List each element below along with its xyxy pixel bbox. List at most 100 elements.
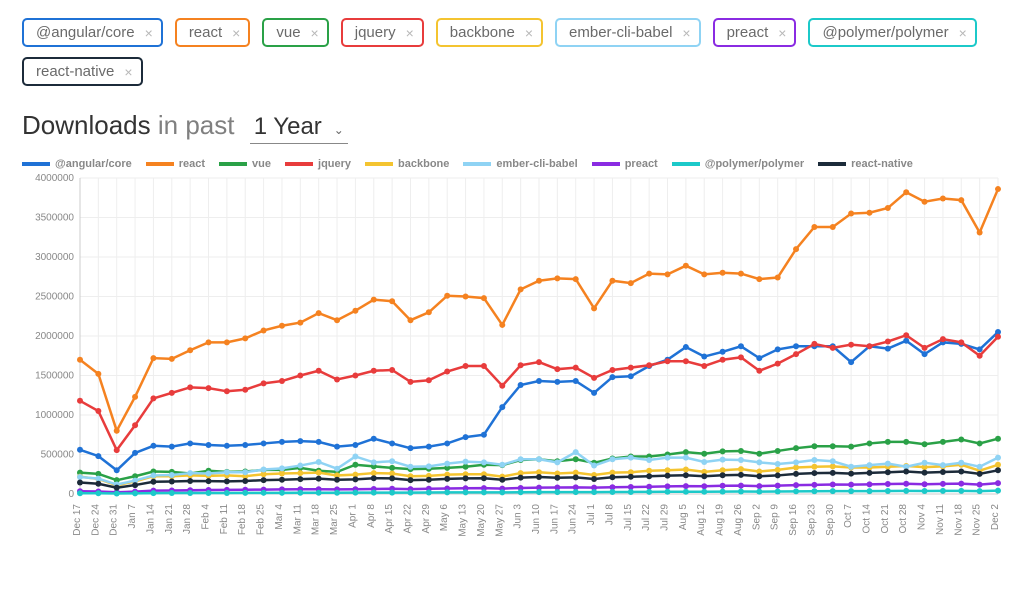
series-point xyxy=(775,361,781,367)
series-point xyxy=(995,462,1001,468)
series-point xyxy=(885,469,891,475)
legend-item-preact[interactable]: preact xyxy=(592,158,658,170)
series-point xyxy=(738,489,744,495)
close-icon[interactable]: × xyxy=(778,25,786,41)
close-icon[interactable]: × xyxy=(525,25,533,41)
series-point xyxy=(701,363,707,369)
svg-text:Apr 29: Apr 29 xyxy=(421,504,432,534)
series-point xyxy=(720,270,726,276)
close-icon[interactable]: × xyxy=(682,25,690,41)
time-range-select[interactable]: 1 Year ⌄ xyxy=(250,113,348,144)
series-point xyxy=(279,439,285,445)
legend-item-backbone[interactable]: backbone xyxy=(365,158,449,170)
series-point xyxy=(848,471,854,477)
package-tag-polymer[interactable]: @polymer/polymer× xyxy=(808,18,976,47)
series-point xyxy=(187,347,193,353)
series-point xyxy=(646,362,652,368)
series-point xyxy=(95,476,101,482)
series-point xyxy=(499,383,505,389)
legend-item-vue[interactable]: vue xyxy=(219,158,271,170)
legend-item-react[interactable]: react xyxy=(146,158,205,170)
package-tag-jquery[interactable]: jquery× xyxy=(341,18,424,47)
package-tag-angular[interactable]: @angular/core× xyxy=(22,18,163,47)
series-point xyxy=(316,470,322,476)
series-point xyxy=(224,478,230,484)
package-tag-preact[interactable]: preact× xyxy=(713,18,797,47)
series-point xyxy=(756,368,762,374)
series-point xyxy=(114,428,120,434)
legend-swatch xyxy=(463,162,491,166)
series-point xyxy=(77,357,83,363)
series-point xyxy=(866,210,872,216)
svg-text:Mar 4: Mar 4 xyxy=(274,504,285,530)
svg-text:Feb 11: Feb 11 xyxy=(219,504,230,535)
close-icon[interactable]: × xyxy=(959,25,967,41)
series-point xyxy=(683,489,689,495)
series-point xyxy=(169,390,175,396)
series-point xyxy=(279,490,285,496)
series-point xyxy=(665,483,671,489)
svg-text:May 13: May 13 xyxy=(458,504,469,537)
package-tag-label: vue xyxy=(276,24,300,41)
series-point xyxy=(224,443,230,449)
svg-text:Jan 14: Jan 14 xyxy=(145,504,156,534)
series-point xyxy=(738,448,744,454)
series-point xyxy=(775,275,781,281)
series-point xyxy=(224,469,230,475)
series-point xyxy=(609,367,615,373)
series-point xyxy=(554,459,560,465)
series-point xyxy=(830,463,836,469)
series-point xyxy=(628,455,634,461)
series-point xyxy=(756,355,762,361)
legend-label: backbone xyxy=(398,158,449,170)
svg-text:Mar 18: Mar 18 xyxy=(311,504,322,536)
svg-text:2500000: 2500000 xyxy=(35,292,74,303)
series-point xyxy=(940,462,946,468)
legend-swatch xyxy=(146,162,174,166)
series-point xyxy=(95,490,101,496)
series-point xyxy=(481,432,487,438)
package-tag-ember[interactable]: ember-cli-babel× xyxy=(555,18,701,47)
series-point xyxy=(573,456,579,462)
svg-text:3500000: 3500000 xyxy=(35,213,74,224)
legend-item-native[interactable]: react-native xyxy=(818,158,913,170)
series-point xyxy=(95,408,101,414)
close-icon[interactable]: × xyxy=(406,25,414,41)
series-point xyxy=(720,483,726,489)
series-point xyxy=(187,490,193,496)
close-icon[interactable]: × xyxy=(311,25,319,41)
series-point xyxy=(499,489,505,495)
legend-item-angular[interactable]: @angular/core xyxy=(22,158,132,170)
series-point xyxy=(628,373,634,379)
package-tag-label: backbone xyxy=(450,24,515,41)
series-point xyxy=(591,375,597,381)
series-point xyxy=(646,468,652,474)
series-point xyxy=(811,464,817,470)
series-point xyxy=(995,488,1001,494)
svg-text:Apr 22: Apr 22 xyxy=(402,504,413,534)
series-point xyxy=(738,472,744,478)
package-tag-backbone[interactable]: backbone × xyxy=(436,18,543,47)
close-icon[interactable]: × xyxy=(145,25,153,41)
legend-item-jquery[interactable]: jquery xyxy=(285,158,351,170)
svg-text:500000: 500000 xyxy=(41,450,75,461)
series-point xyxy=(352,490,358,496)
series-point xyxy=(554,366,560,372)
series-point xyxy=(297,476,303,482)
legend-swatch xyxy=(22,162,50,166)
series-point xyxy=(720,349,726,355)
package-tag-react[interactable]: react× xyxy=(175,18,251,47)
close-icon[interactable]: × xyxy=(232,25,240,41)
series-point xyxy=(848,488,854,494)
series-point xyxy=(830,345,836,351)
series-point xyxy=(95,453,101,459)
package-tag-vue[interactable]: vue × xyxy=(262,18,328,47)
close-icon[interactable]: × xyxy=(124,64,132,80)
series-point xyxy=(922,488,928,494)
legend-item-ember[interactable]: ember-cli-babel xyxy=(463,158,577,170)
series-point xyxy=(665,455,671,461)
package-tag-native[interactable]: react-native× xyxy=(22,57,143,86)
legend-item-polymer[interactable]: @polymer/polymer xyxy=(672,158,804,170)
series-point xyxy=(609,374,615,380)
svg-text:Sep 30: Sep 30 xyxy=(825,504,836,536)
